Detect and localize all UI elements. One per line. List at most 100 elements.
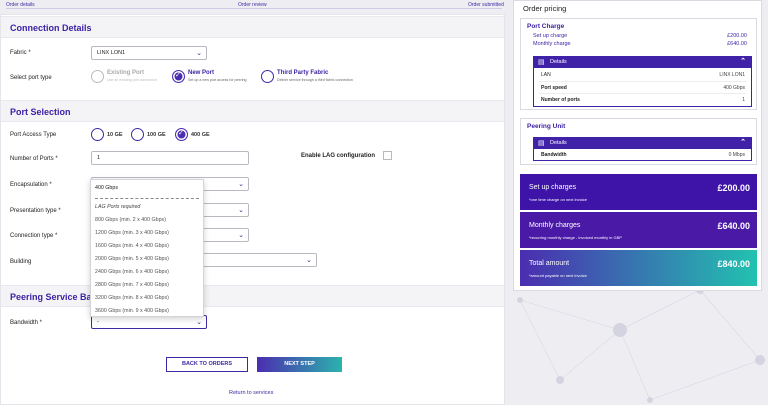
access-100ge-label: 100 GE (147, 132, 166, 138)
receipt-icon: ▤ (538, 139, 545, 147)
summary-note: *one time charge on next invoice (529, 197, 588, 202)
summary-note: *amount payable on next invoice (529, 273, 587, 278)
receipt-icon: ▤ (538, 58, 545, 66)
monthly-charges-summary: Monthly charges £640.00 *recurring month… (520, 212, 757, 248)
detail-value: LINX LON1 (719, 72, 745, 78)
presentation-label: Presentation type * (10, 208, 61, 214)
port-details-toggle[interactable]: ▤ Details ⌃ (533, 56, 752, 68)
fabric-select[interactable]: LINX LON1 ⌄ (91, 46, 207, 60)
detail-key: Bandwidth (541, 152, 567, 158)
chevron-down-icon: ⌄ (196, 319, 202, 326)
third-party-title: Third Party Fabric (277, 70, 329, 76)
detail-value: 1 (742, 97, 745, 103)
setup-charge-label: Set up charge (533, 33, 568, 39)
bandwidth-label: Bandwidth * (10, 320, 43, 326)
bandwidth-value: - (97, 319, 99, 325)
summary-value: £840.00 (717, 259, 750, 269)
chevron-down-icon: ⌄ (196, 50, 202, 57)
monthly-charge-value: £640.00 (727, 41, 747, 47)
chevron-up-icon: ⌃ (740, 58, 746, 65)
existing-port-sub: Use an existing port connection (107, 78, 158, 82)
access-400ge-radio[interactable] (175, 128, 188, 141)
order-pricing-panel: Order pricing Port Charge Set up charge … (513, 0, 762, 291)
num-ports-label: Number of Ports * (10, 156, 58, 162)
new-port-title: New Port (188, 70, 215, 76)
dropdown-option[interactable]: 2800 Gbps (min. 7 x 400 Gbps) (95, 282, 169, 288)
access-400ge-label: 400 GE (191, 132, 210, 138)
section-title: Connection Details (10, 23, 92, 33)
summary-value: £200.00 (717, 183, 750, 193)
summary-title: Total amount (529, 260, 570, 267)
port-speed-dropdown: 400 Gbps LAG Ports required 800 Gbps (mi… (90, 179, 204, 317)
order-form: Connection Details Fabric * LINX LON1 ⌄ … (0, 14, 505, 405)
detail-value: 400 Gbps (723, 85, 745, 91)
dropdown-option[interactable]: 2000 Gbps (min. 5 x 400 Gbps) (95, 256, 169, 262)
port-charge-title: Port Charge (527, 23, 565, 30)
progress-line (6, 8, 502, 9)
lag-checkbox[interactable] (383, 151, 392, 160)
next-step-button[interactable]: NEXT STEP (257, 357, 342, 372)
fabric-value: LINX LON1 (97, 50, 126, 56)
existing-port-title: Existing Port (107, 70, 145, 76)
summary-note: *recurring monthly charge - invoiced mon… (529, 235, 622, 240)
section-title: Port Selection (10, 107, 71, 117)
peering-details-toggle[interactable]: ▤ Details ⌃ (533, 137, 752, 149)
peering-unit-card: Peering Unit ▤ Details ⌃ Bandwidth 0 Mbp… (520, 118, 757, 165)
detail-key: Port speed (541, 85, 567, 91)
divider (539, 93, 746, 94)
port-type-label: Select port type (10, 75, 52, 81)
back-to-orders-button[interactable]: BACK TO ORDERS (166, 357, 248, 372)
monthly-charge-label: Monthly charge (533, 41, 571, 47)
return-to-services-link[interactable]: Return to services (229, 390, 273, 396)
setup-charge-value: £200.00 (727, 33, 747, 39)
access-10ge-radio[interactable] (91, 128, 104, 141)
new-port-radio[interactable] (172, 70, 185, 83)
chevron-down-icon: ⌄ (238, 207, 244, 214)
chevron-down-icon: ⌄ (238, 181, 244, 188)
progress-steps: Order details Order review Order submitt… (0, 0, 505, 10)
dropdown-option[interactable]: 1200 Gbps (min. 3 x 400 Gbps) (95, 230, 169, 236)
lag-label: Enable LAG configuration (301, 153, 376, 159)
dropdown-option[interactable]: 3200 Gbps (min. 8 x 400 Gbps) (95, 295, 169, 301)
dropdown-option[interactable]: 1600 Gbps (min. 4 x 400 Gbps) (95, 243, 169, 249)
connection-type-label: Connection type * (10, 233, 58, 239)
third-party-radio[interactable] (261, 70, 274, 83)
existing-port-radio[interactable] (91, 70, 104, 83)
peering-details-body: Bandwidth 0 Mbps (533, 149, 752, 161)
bandwidth-select[interactable]: - ⌄ (91, 315, 207, 329)
dropdown-group-label: LAG Ports required (95, 204, 141, 210)
num-ports-input[interactable]: 1 (91, 151, 249, 165)
third-party-sub: Deliver service through a third fabric c… (277, 78, 353, 82)
dropdown-option[interactable]: 3600 Gbps (min. 9 x 400 Gbps) (95, 308, 169, 314)
port-details-body: LAN LINX LON1 Port speed 400 Gbps Number… (533, 68, 752, 107)
summary-value: £640.00 (717, 221, 750, 231)
dropdown-separator (95, 198, 199, 199)
port-charge-card: Port Charge Set up charge £200.00 Monthl… (520, 18, 757, 110)
peering-unit-title: Peering Unit (527, 123, 566, 130)
detail-key: LAN (541, 72, 551, 78)
new-port-sub: Set up a new port access for peering (188, 78, 247, 82)
dropdown-option[interactable]: 2400 Gbps (min. 6 x 400 Gbps) (95, 269, 169, 275)
dropdown-option[interactable]: 800 Gbps (min. 2 x 400 Gbps) (95, 217, 166, 223)
details-label: Details (550, 59, 567, 65)
detail-value: 0 Mbps (728, 152, 745, 158)
section-title: Peering Service Band (10, 292, 103, 302)
port-access-label: Port Access Type (10, 132, 57, 138)
chevron-up-icon: ⌃ (740, 139, 746, 146)
chevron-down-icon: ⌄ (306, 257, 312, 264)
summary-title: Set up charges (529, 184, 577, 191)
access-100ge-radio[interactable] (131, 128, 144, 141)
details-label: Details (550, 140, 567, 146)
order-pricing-title: Order pricing (523, 4, 567, 13)
summary-title: Monthly charges (529, 222, 581, 229)
connection-details-header: Connection Details (1, 16, 504, 38)
dropdown-option-selected[interactable]: 400 Gbps (95, 185, 118, 191)
divider (539, 81, 746, 82)
chevron-down-icon: ⌄ (238, 232, 244, 239)
building-label: Building (10, 259, 32, 265)
setup-charges-summary: Set up charges £200.00 *one time charge … (520, 174, 757, 210)
peering-service-header: Peering Service Band (1, 285, 504, 307)
port-selection-header: Port Selection (1, 100, 504, 122)
total-amount-summary: Total amount £840.00 *amount payable on … (520, 250, 757, 286)
fabric-label: Fabric * (10, 50, 31, 56)
